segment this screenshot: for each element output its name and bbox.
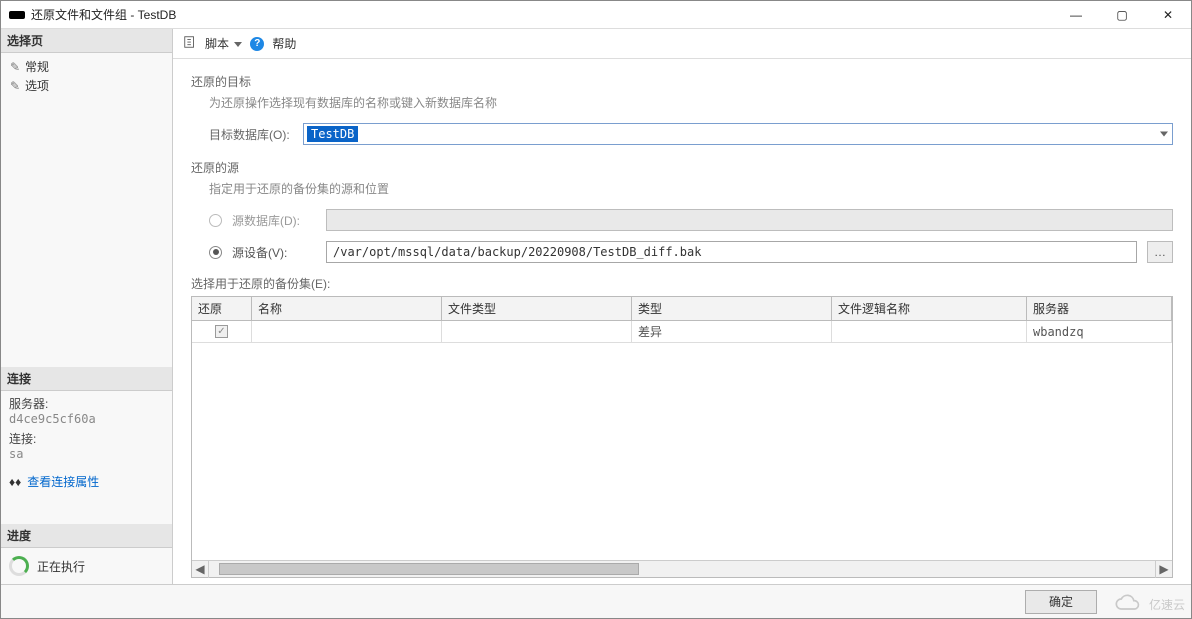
sidebar-item-label: 选项: [25, 77, 49, 94]
page-icon: ✎: [9, 79, 21, 93]
view-connection-properties[interactable]: ♦♦ 查看连接属性: [1, 469, 172, 494]
col-name[interactable]: 名称: [252, 297, 442, 320]
cell-server: wbandzq: [1027, 321, 1172, 342]
server-label: 服务器:: [9, 395, 164, 412]
progress-text: 正在执行: [37, 558, 85, 575]
target-db-label: 目标数据库(O):: [209, 126, 293, 143]
source-device-path[interactable]: [326, 241, 1137, 263]
chevron-down-icon: [1160, 132, 1168, 137]
backup-sets-grid: 还原 名称 文件类型 类型 文件逻辑名称 服务器 差异: [191, 296, 1173, 578]
cell-filetype: [442, 321, 632, 342]
spinner-icon: [9, 556, 29, 576]
help-button[interactable]: 帮助: [272, 35, 296, 52]
main-area: 选择页 ✎ 常规 ✎ 选项 连接 服务器: d4ce9c5cf60a 连接: s…: [1, 29, 1191, 584]
col-type[interactable]: 类型: [632, 297, 832, 320]
source-db-row: 源数据库(D):: [209, 209, 1173, 231]
progress-row: 正在执行: [1, 548, 172, 584]
target-db-value: TestDB: [307, 126, 358, 142]
col-server[interactable]: 服务器: [1027, 297, 1172, 320]
sidebar-item-options[interactable]: ✎ 选项: [9, 76, 164, 95]
content-toolbar: 脚本 ? 帮助: [173, 29, 1191, 59]
source-db-input: [326, 209, 1173, 231]
script-icon: [183, 35, 197, 52]
source-section-desc: 指定用于还原的备份集的源和位置: [209, 180, 1173, 197]
source-db-radio[interactable]: [209, 214, 222, 227]
cell-type: 差异: [632, 321, 832, 342]
conn-value: sa: [9, 447, 164, 461]
pages-header: 选择页: [1, 29, 172, 53]
scroll-track[interactable]: [209, 561, 1155, 577]
dialog-window: 还原文件和文件组 - TestDB — ▢ ✕ 选择页 ✎ 常规 ✎ 选项 连接: [0, 0, 1192, 619]
connection-icon: ♦♦: [9, 475, 21, 489]
cell-name: [252, 321, 442, 342]
minimize-button[interactable]: —: [1053, 1, 1099, 29]
maximize-icon: ▢: [1116, 8, 1127, 22]
source-section-header: 还原的源: [191, 159, 1173, 176]
restore-checkbox[interactable]: [215, 325, 228, 338]
sidebar-item-label: 常规: [25, 58, 49, 75]
target-section-desc: 为还原操作选择现有数据库的名称或键入新数据库名称: [209, 94, 1173, 111]
ellipsis-icon: …: [1154, 245, 1166, 259]
target-section-header: 还原的目标: [191, 73, 1173, 90]
script-label: 脚本: [205, 37, 229, 51]
connection-header: 连接: [1, 367, 172, 391]
source-db-label: 源数据库(D):: [232, 212, 316, 229]
backup-sets-label: 选择用于还原的备份集(E):: [191, 275, 1173, 292]
col-restore[interactable]: 还原: [192, 297, 252, 320]
help-icon: ?: [250, 37, 264, 51]
chevron-down-icon: [234, 42, 242, 47]
app-icon: [9, 11, 25, 19]
table-row[interactable]: 差异 wbandzq: [192, 321, 1172, 343]
server-value: d4ce9c5cf60a: [9, 412, 164, 426]
dialog-footer: 确定 取消: [1, 584, 1191, 618]
sidebar: 选择页 ✎ 常规 ✎ 选项 连接 服务器: d4ce9c5cf60a 连接: s…: [1, 29, 173, 584]
col-filetype[interactable]: 文件类型: [442, 297, 632, 320]
grid-body: 差异 wbandzq: [192, 321, 1172, 560]
progress-header: 进度: [1, 524, 172, 548]
close-button[interactable]: ✕: [1145, 1, 1191, 29]
cell-restore[interactable]: [192, 321, 252, 342]
browse-device-button[interactable]: …: [1147, 241, 1173, 263]
page-icon: ✎: [9, 60, 21, 74]
maximize-button[interactable]: ▢: [1099, 1, 1145, 29]
titlebar: 还原文件和文件组 - TestDB — ▢ ✕: [1, 1, 1191, 29]
content: 脚本 ? 帮助 还原的目标 为还原操作选择现有数据库的名称或键入新数据库名称 目…: [173, 29, 1191, 584]
scroll-right-button[interactable]: ▶: [1155, 561, 1172, 578]
ok-button[interactable]: 确定: [1025, 590, 1097, 614]
connection-info: 服务器: d4ce9c5cf60a 连接: sa: [1, 391, 172, 469]
script-button[interactable]: 脚本: [205, 35, 242, 52]
form-area: 还原的目标 为还原操作选择现有数据库的名称或键入新数据库名称 目标数据库(O):…: [173, 59, 1191, 584]
pages-list: ✎ 常规 ✎ 选项: [1, 53, 172, 99]
source-device-label: 源设备(V):: [232, 244, 316, 261]
view-conn-label: 查看连接属性: [27, 473, 99, 490]
close-icon: ✕: [1163, 8, 1173, 22]
grid-header: 还原 名称 文件类型 类型 文件逻辑名称 服务器: [192, 297, 1172, 321]
col-logical[interactable]: 文件逻辑名称: [832, 297, 1027, 320]
scroll-thumb[interactable]: [219, 563, 639, 575]
ok-label: 确定: [1049, 593, 1073, 610]
target-db-combo[interactable]: TestDB: [303, 123, 1173, 145]
window-title: 还原文件和文件组 - TestDB: [31, 6, 176, 23]
sidebar-item-general[interactable]: ✎ 常规: [9, 57, 164, 76]
conn-label: 连接:: [9, 430, 164, 447]
target-db-row: 目标数据库(O): TestDB: [209, 123, 1173, 145]
horizontal-scrollbar[interactable]: ◀ ▶: [192, 560, 1172, 577]
scroll-left-button[interactable]: ◀: [192, 561, 209, 578]
source-device-row: 源设备(V): …: [209, 241, 1173, 263]
cell-logical: [832, 321, 1027, 342]
minimize-icon: —: [1070, 8, 1082, 22]
source-device-radio[interactable]: [209, 246, 222, 259]
